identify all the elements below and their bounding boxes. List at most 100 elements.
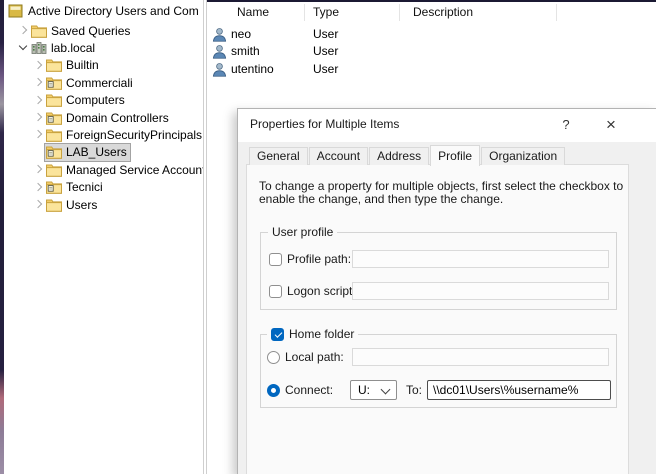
ou-badge-icon (46, 76, 62, 90)
chevron-icon[interactable] (32, 128, 45, 141)
user-profile-caption: User profile (268, 225, 337, 239)
tree-root-item[interactable]: Active Directory Users and Com (4, 2, 203, 19)
profile-tab-page: To change a property for multiple object… (246, 164, 629, 474)
tree-item-saved-queries[interactable]: Saved Queries (4, 22, 204, 39)
logon-script-input[interactable] (352, 282, 609, 300)
folder-icon (46, 128, 62, 142)
folder-icon (46, 128, 62, 142)
tab-account[interactable]: Account (309, 147, 368, 165)
dialog-tabs: GeneralAccountAddressProfileOrganization (249, 145, 566, 165)
drive-letter-value: U: (358, 383, 370, 397)
tab-general[interactable]: General (249, 147, 308, 165)
user-list-row[interactable]: smith User (207, 43, 656, 60)
user-type-cell: User (313, 44, 338, 58)
column-separator[interactable] (556, 4, 557, 21)
user-name-cell: smith (231, 44, 260, 58)
tree-item-label: Domain Controllers (66, 111, 169, 125)
tree-item-label: Tecnici (66, 180, 103, 194)
folder-icon (46, 198, 62, 212)
tree-item-commerciali[interactable]: Commerciali (4, 74, 204, 91)
chevron-icon[interactable] (32, 198, 45, 211)
mmc-window: Active Directory Users and Com (0, 0, 656, 474)
user-icon (212, 27, 227, 45)
tree-item-lab-users[interactable]: LAB_Users (4, 144, 204, 161)
profile-path-checkbox[interactable] (269, 253, 282, 266)
column-separator[interactable] (399, 4, 400, 21)
chevron-icon (32, 146, 45, 159)
domain-icon (31, 41, 47, 55)
ou-badge-icon (46, 111, 62, 125)
drive-letter-select[interactable]: U: (350, 380, 397, 400)
chevron-icon[interactable] (32, 76, 45, 89)
column-separator[interactable] (304, 4, 305, 21)
profile-path-input[interactable] (352, 250, 609, 268)
connect-label: Connect: (285, 383, 333, 397)
tree-item-tecnici[interactable]: Tecnici (4, 179, 204, 196)
user-icon (212, 62, 227, 80)
ou-folder-icon (46, 76, 62, 90)
chevron-down-icon (381, 385, 391, 395)
tree-item-label: Users (66, 198, 97, 212)
user-type-cell: User (313, 27, 338, 41)
local-path-input[interactable] (352, 348, 609, 366)
tab-organization[interactable]: Organization (481, 147, 565, 165)
tree-item-users[interactable]: Users (4, 196, 204, 213)
tree-item-builtin[interactable]: Builtin (4, 57, 204, 74)
help-button[interactable]: ? (555, 114, 577, 136)
chevron-icon[interactable] (32, 59, 45, 72)
tree-item-label: Builtin (66, 58, 99, 72)
connect-radio[interactable] (267, 384, 280, 397)
home-folder-path-input[interactable] (427, 380, 611, 400)
folder-icon (46, 163, 62, 177)
chevron-icon[interactable] (32, 163, 45, 176)
folder-icon (31, 24, 47, 38)
chevron-icon[interactable] (32, 181, 45, 194)
folder-icon (46, 58, 62, 72)
tree-item-label: LAB_Users (66, 145, 127, 159)
local-path-label: Local path: (285, 350, 344, 364)
tree-root-label: Active Directory Users and Com (28, 4, 199, 18)
profile-path-label: Profile path: (287, 252, 351, 266)
console-root-icon (8, 4, 24, 18)
folder-icon (46, 163, 62, 177)
column-header-description[interactable]: Description (413, 2, 473, 22)
tab-address[interactable]: Address (369, 147, 429, 165)
local-path-radio[interactable] (267, 351, 280, 364)
user-name-cell: utentino (231, 62, 274, 76)
console-tree-panel: Active Directory Users and Com (4, 0, 204, 474)
column-header-type[interactable]: Type (313, 2, 339, 22)
chevron-icon[interactable] (17, 24, 30, 37)
tree-item-label: Computers (66, 93, 125, 107)
chevron-icon[interactable] (32, 94, 45, 107)
user-list-row[interactable]: utentino User (207, 61, 656, 78)
ou-folder-icon (46, 145, 62, 159)
tree-item-label: Saved Queries (51, 24, 130, 38)
tree-item-foreignsecurityprincipals[interactable]: ForeignSecurityPrincipals (4, 126, 204, 143)
user-type-cell: User (313, 62, 338, 76)
column-header-name[interactable]: Name (237, 2, 269, 22)
home-folder-caption: Home folder (289, 327, 354, 341)
properties-dialog: Properties for Multiple Items ? × Genera… (237, 108, 656, 474)
folder-icon (46, 93, 62, 107)
chevron-icon[interactable] (17, 41, 30, 54)
logon-script-checkbox[interactable] (269, 285, 282, 298)
home-folder-checkbox[interactable] (271, 328, 284, 341)
tree-item-domain-controllers[interactable]: Domain Controllers (4, 109, 204, 126)
dialog-titlebar: Properties for Multiple Items ? × (238, 109, 656, 142)
user-name-cell: neo (231, 27, 251, 41)
tab-profile[interactable]: Profile (430, 145, 480, 166)
dialog-title: Properties for Multiple Items (250, 117, 399, 131)
chevron-icon[interactable] (32, 111, 45, 124)
user-icon (212, 44, 227, 62)
folder-icon (31, 24, 47, 38)
tree-item-managed-service-accounts[interactable]: Managed Service Accounts (4, 161, 204, 178)
tree-item-lab-local[interactable]: lab.local (4, 39, 204, 56)
local-path-row: Local path: (267, 350, 344, 364)
connect-row: Connect: (267, 383, 333, 397)
tree-item-computers[interactable]: Computers (4, 92, 204, 109)
profile-path-row: Profile path: (269, 252, 351, 266)
intro-text: To change a property for multiple object… (259, 180, 625, 206)
user-list-row[interactable]: neo User (207, 26, 656, 43)
close-icon[interactable]: × (598, 112, 624, 138)
list-header: Name Type Description (207, 2, 656, 22)
